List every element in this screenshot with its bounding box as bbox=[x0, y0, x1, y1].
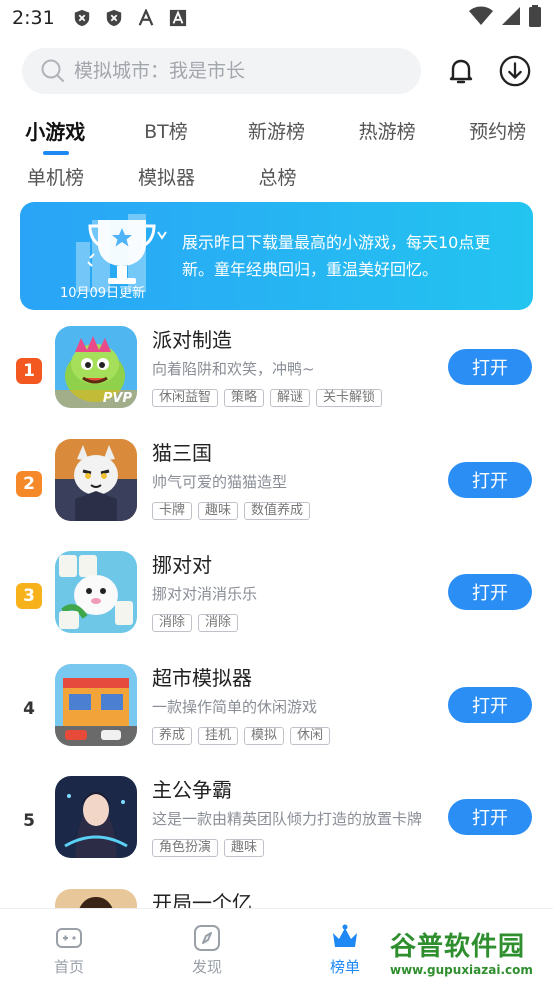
open-button[interactable]: 打开 bbox=[448, 686, 532, 723]
ranking-banner: 10月09日更新 展示昨日下载量最高的小游戏，每天10点更新。童年经典回归，重温… bbox=[20, 202, 533, 310]
rank-number: 2 bbox=[16, 470, 42, 497]
tag: 休闲益智 bbox=[152, 389, 219, 407]
tag: 卡牌 bbox=[152, 501, 193, 520]
game-description: 这是一款由精英团队倾力打造的放置卡牌 bbox=[152, 810, 423, 828]
tag: 消除 bbox=[152, 614, 193, 632]
shield-icon bbox=[73, 9, 91, 27]
game-name[interactable]: 猫三国 bbox=[152, 437, 212, 466]
tab-emulator[interactable]: 模拟器 bbox=[111, 163, 222, 190]
open-button[interactable]: 打开 bbox=[448, 799, 532, 835]
search-box[interactable] bbox=[22, 48, 422, 94]
signal-icon bbox=[501, 6, 521, 30]
tag: 解谜 bbox=[270, 389, 311, 407]
tab-bt[interactable]: BT榜 bbox=[111, 117, 222, 144]
tab-new-games[interactable]: 新游榜 bbox=[221, 117, 332, 144]
tag: 策略 bbox=[224, 389, 265, 407]
status-time: 2:31 bbox=[12, 7, 55, 29]
tab-reservation[interactable]: 预约榜 bbox=[442, 117, 553, 144]
game-icon[interactable] bbox=[55, 551, 137, 633]
watermark-url: www.gupuxiazai.com bbox=[390, 963, 533, 977]
list-item[interactable]: 1 PVP 派对制造 向着陷阱和欢笑，冲鸭~ 休闲益智 策略 解谜 关卡解锁 打… bbox=[0, 320, 553, 433]
font-icon bbox=[137, 7, 155, 27]
game-list: 1 PVP 派对制造 向着陷阱和欢笑，冲鸭~ 休闲益智 策略 解谜 关卡解锁 打… bbox=[0, 320, 553, 984]
nav-label: 发现 bbox=[191, 958, 222, 976]
game-tags: 角色扮演 趣味 bbox=[152, 839, 265, 857]
tag: 趣味 bbox=[198, 501, 239, 520]
notification-button[interactable] bbox=[441, 51, 481, 91]
nav-label: 首页 bbox=[53, 958, 84, 976]
tag: 数值养成 bbox=[244, 501, 311, 520]
game-icon[interactable] bbox=[55, 776, 137, 858]
tag: 趣味 bbox=[224, 839, 265, 857]
game-description: 帅气可爱的猫猫造型 bbox=[152, 472, 288, 491]
tab-hot-games[interactable]: 热游榜 bbox=[332, 117, 443, 144]
nav-home[interactable]: 首页 bbox=[0, 909, 138, 984]
watermark-title: 谷普软件园 bbox=[390, 932, 526, 962]
watermark: 谷普软件园 www.gupuxiazai.com bbox=[386, 926, 551, 982]
download-button[interactable] bbox=[495, 51, 535, 91]
rank-number: 1 bbox=[16, 358, 42, 384]
rank-badge: 1 bbox=[14, 356, 44, 386]
list-item[interactable]: 3 挪对对 挪对对消消乐乐 消除 消除 打开 bbox=[0, 545, 553, 658]
open-button[interactable]: 打开 bbox=[448, 461, 532, 498]
open-button[interactable]: 打开 bbox=[448, 574, 532, 610]
game-icon[interactable] bbox=[55, 663, 137, 746]
status-bar: 2:31 bbox=[0, 0, 553, 36]
banner-description: 展示昨日下载量最高的小游戏，每天10点更新。童年经典回归，重温美好回忆。 bbox=[182, 233, 491, 279]
tab-overall[interactable]: 总榜 bbox=[222, 163, 333, 190]
nav-discover[interactable]: 发现 bbox=[138, 909, 276, 984]
game-name[interactable]: 超市模拟器 bbox=[152, 662, 252, 691]
update-date: 10月09日更新 bbox=[60, 286, 146, 301]
tag: 休闲 bbox=[290, 726, 331, 745]
rank-badge: 3 bbox=[14, 581, 44, 611]
tag: 挂机 bbox=[198, 726, 239, 745]
game-icon[interactable]: PVP bbox=[55, 326, 137, 408]
battery-icon bbox=[529, 5, 541, 31]
game-name[interactable]: 挪对对 bbox=[152, 549, 212, 578]
compass-icon bbox=[194, 925, 220, 951]
crown-icon bbox=[333, 924, 357, 947]
rank-badge: 2 bbox=[14, 469, 44, 499]
rank-number: 3 bbox=[16, 583, 42, 609]
tag: 角色扮演 bbox=[152, 839, 219, 857]
gamepad-icon bbox=[56, 928, 82, 948]
font-box-icon bbox=[169, 9, 187, 27]
search-row bbox=[22, 48, 535, 94]
game-tags: 休闲益智 策略 解谜 关卡解锁 bbox=[152, 389, 383, 407]
game-description: 挪对对消消乐乐 bbox=[152, 585, 258, 603]
game-tags: 消除 消除 bbox=[152, 614, 239, 632]
game-tags: 养成 挂机 模拟 休闲 bbox=[152, 726, 331, 745]
rank-number: 5 bbox=[23, 811, 35, 831]
list-item[interactable]: 4 超市模拟器 一款操作简单的休闲游戏 养成 挂机 模拟 休闲 打开 bbox=[0, 658, 553, 771]
list-item[interactable]: 2 猫三国 帅气可爱的猫猫造型 卡牌 趣味 数值养成 打开 bbox=[0, 433, 553, 546]
tab-mini-games[interactable]: 小游戏 bbox=[0, 116, 111, 155]
search-input[interactable] bbox=[74, 60, 374, 82]
game-description: 向着陷阱和欢笑，冲鸭~ bbox=[152, 360, 315, 378]
nav-label: 榜单 bbox=[329, 958, 360, 976]
game-name[interactable]: 主公争霸 bbox=[152, 774, 232, 803]
download-icon bbox=[499, 55, 531, 87]
rank-number: 4 bbox=[23, 698, 35, 719]
tag: 消除 bbox=[198, 614, 239, 632]
trophy-icon: 10月09日更新 bbox=[20, 202, 170, 310]
shield-icon bbox=[105, 9, 123, 27]
pvp-label: PVP bbox=[102, 391, 132, 406]
game-description: 一款操作简单的休闲游戏 bbox=[152, 697, 318, 716]
game-name[interactable]: 派对制造 bbox=[152, 324, 232, 353]
open-button[interactable]: 打开 bbox=[448, 349, 532, 385]
bell-icon bbox=[449, 59, 473, 84]
search-icon bbox=[41, 59, 64, 82]
tab-single-player[interactable]: 单机榜 bbox=[0, 163, 111, 190]
game-icon[interactable] bbox=[55, 438, 137, 521]
tag: 养成 bbox=[152, 726, 193, 745]
list-item[interactable]: 5 主公争霸 这是一款由精英团队倾力打造的放置卡牌 角色扮演 趣味 打开 bbox=[0, 770, 553, 883]
tag: 模拟 bbox=[244, 726, 285, 745]
wifi-icon bbox=[469, 6, 493, 30]
tag: 关卡解锁 bbox=[316, 389, 383, 407]
ranking-tabs: 小游戏 BT榜 新游榜 热游榜 预约榜 单机榜 模拟器 总榜 bbox=[0, 108, 553, 198]
game-tags: 卡牌 趣味 数值养成 bbox=[152, 501, 311, 520]
